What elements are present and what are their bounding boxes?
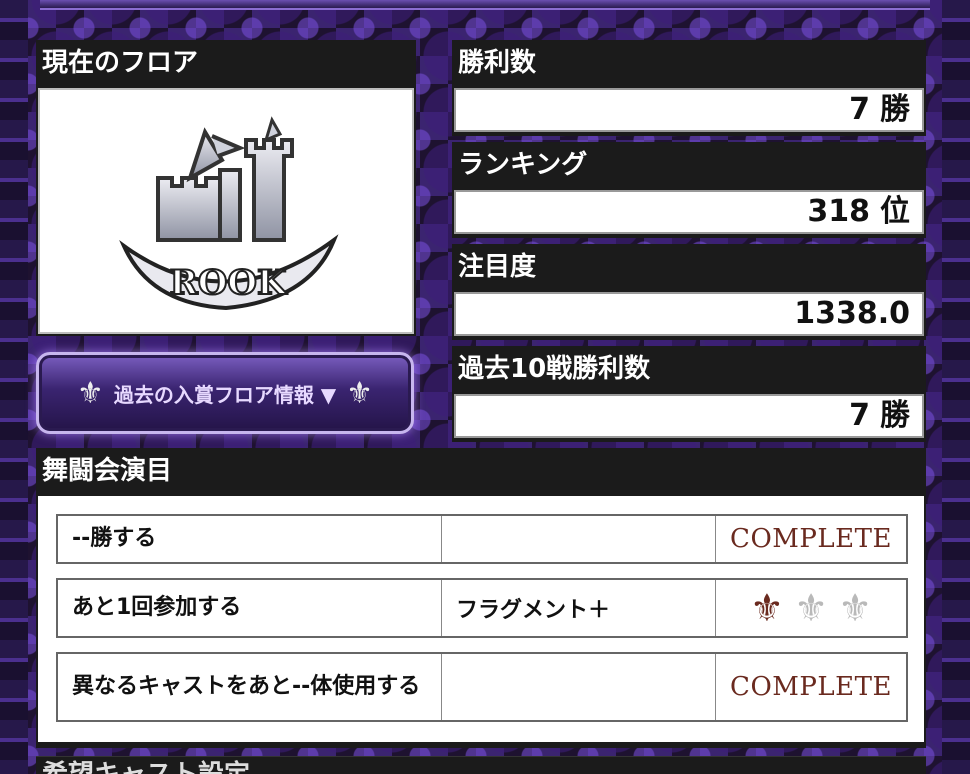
event-tasks-header: 舞闘会演目 [36,448,926,494]
fleur-de-lis-icon: ⚜ [76,375,104,411]
left-ornament-frame [0,0,28,774]
past-floor-info-label: 過去の入賞フロア情報 ▼ [113,382,337,407]
task-complete-status: COMPLETE [730,524,892,554]
task-complete-status: COMPLETE [730,672,892,702]
task-description: --勝する [58,516,442,562]
task-row: --勝する COMPLETE [56,514,908,564]
task-reward [442,516,716,562]
top-border [40,0,930,10]
stat-last10-unit: 勝 [880,398,910,433]
task-description: 異なるキャストをあと--体使用する [58,654,442,720]
stat-ranking-value: 318 [807,194,870,229]
floor-emblem-box: ROOK [38,88,414,334]
stat-last10-value: 7 [849,398,870,433]
preferred-cast-header: 希望キャスト設定 [36,756,926,774]
task-progress: ⚜ ⚜ ⚜ [750,586,872,630]
stat-ranking-label: ランキング [452,142,926,188]
stat-wins-label: 勝利数 [452,40,926,86]
stat-attention-label: 注目度 [452,244,926,290]
progress-fleur-empty-icon: ⚜ [838,586,873,630]
emblem-label: ROOK [169,263,287,303]
fleur-de-lis-icon: ⚜ [346,375,374,411]
stat-ranking-unit: 位 [880,194,910,229]
stat-last10-wins: 過去10戦勝利数 7勝 [452,346,926,442]
current-floor-header: 現在のフロア [36,40,416,86]
stat-attention: 注目度 1338.0 [452,244,926,340]
task-progress-cell: ⚜ ⚜ ⚜ [716,580,906,636]
task-description: あと1回参加する [58,580,442,636]
stat-wins-value: 7 [849,92,870,127]
stat-last10-value-box: 7勝 [454,394,924,438]
stat-attention-value: 1338.0 [794,296,910,331]
stat-wins: 勝利数 7勝 [452,40,926,136]
progress-fleur-empty-icon: ⚜ [793,586,829,630]
task-reward: フラグメント＋ [442,580,716,636]
past-floor-info-button[interactable]: ⚜ 過去の入賞フロア情報 ▼ ⚜ [36,352,414,434]
stat-wins-unit: 勝 [880,92,910,127]
current-floor-panel: 現在のフロア ROOK [36,40,416,336]
preferred-cast-panel: 希望キャスト設定 [36,756,926,774]
stat-ranking: ランキング 318 位 [452,142,926,238]
task-row: 異なるキャストをあと--体使用する COMPLETE [56,652,908,722]
stat-last10-label: 過去10戦勝利数 [452,346,926,392]
rook-emblem-icon: ROOK [119,116,339,311]
stat-attention-value-box: 1338.0 [454,292,924,336]
task-status-cell: COMPLETE [716,654,906,720]
event-tasks-panel: 舞闘会演目 --勝する COMPLETE あと1回参加する フラグメント＋ ⚜ … [36,448,926,748]
stat-wins-value-box: 7勝 [454,88,924,132]
task-row: あと1回参加する フラグメント＋ ⚜ ⚜ ⚜ [56,578,908,638]
right-ornament-frame [942,0,970,774]
task-status-cell: COMPLETE [716,516,906,562]
stat-ranking-value-box: 318 位 [454,190,924,234]
progress-fleur-filled-icon: ⚜ [749,586,784,630]
event-tasks-body: --勝する COMPLETE あと1回参加する フラグメント＋ ⚜ ⚜ ⚜ 異な… [38,496,924,742]
task-reward [442,654,716,720]
